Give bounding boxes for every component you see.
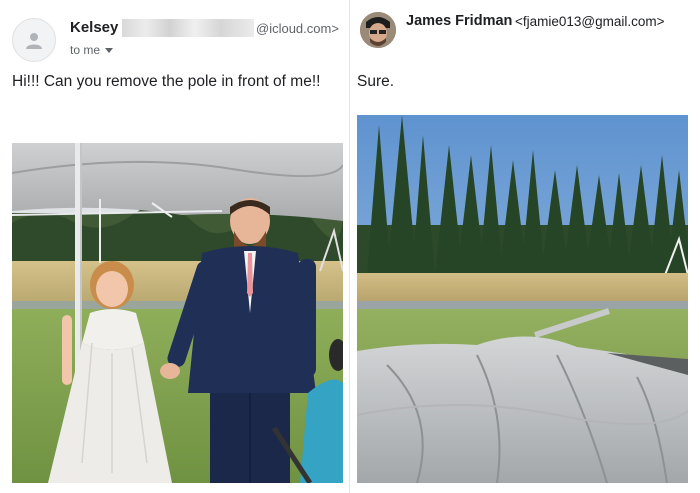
original-photo	[12, 143, 343, 483]
reply-message: Sure.	[357, 73, 395, 90]
wedding-photo-illustration	[12, 143, 343, 483]
edited-photo	[357, 115, 688, 483]
reply-sender-avatar[interactable]	[360, 12, 396, 48]
recipient-label: to me	[70, 43, 101, 57]
sender-email: @icloud.com>	[256, 21, 339, 36]
email-message: Hi!!! Can you remove the pole in front o…	[12, 73, 321, 90]
profile-photo-icon	[360, 12, 396, 48]
reply-sender-name[interactable]: James Fridman	[406, 13, 512, 29]
redacted-email-bar	[122, 19, 254, 37]
sender-name[interactable]: Kelsey	[70, 19, 118, 36]
person-icon	[26, 33, 42, 49]
reply-sender-email: <fjamie013@gmail.com>	[515, 14, 665, 29]
edited-photo-illustration	[357, 115, 688, 483]
panel-divider	[349, 0, 350, 493]
chevron-down-icon	[105, 48, 114, 53]
sender-avatar[interactable]	[12, 18, 56, 62]
recipient-dropdown[interactable]: to me	[70, 43, 114, 57]
